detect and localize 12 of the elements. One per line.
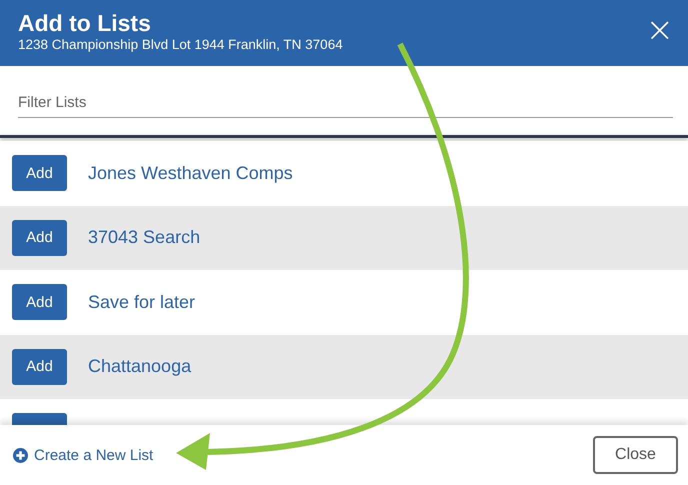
address-subtitle: 1238 Championship Blvd Lot 1944 Franklin, TN 37064: [18, 37, 343, 53]
list-name-link[interactable]: Save for later: [88, 292, 196, 313]
plus-circle-icon: [13, 448, 28, 462]
add-button[interactable]: Add: [12, 220, 67, 256]
list-name-link[interactable]: Chattanooga: [88, 356, 192, 378]
add-button[interactable]: Add: [12, 155, 67, 192]
list-name-link[interactable]: Jones Westhaven Comps: [88, 162, 293, 184]
add-button[interactable]: Add: [12, 348, 67, 385]
add-button[interactable]: Add: [12, 284, 67, 320]
close-button[interactable]: Close: [593, 436, 678, 474]
dialog-title: Add to Lists: [18, 10, 152, 36]
list-name-link[interactable]: 37043 Search: [88, 227, 200, 248]
